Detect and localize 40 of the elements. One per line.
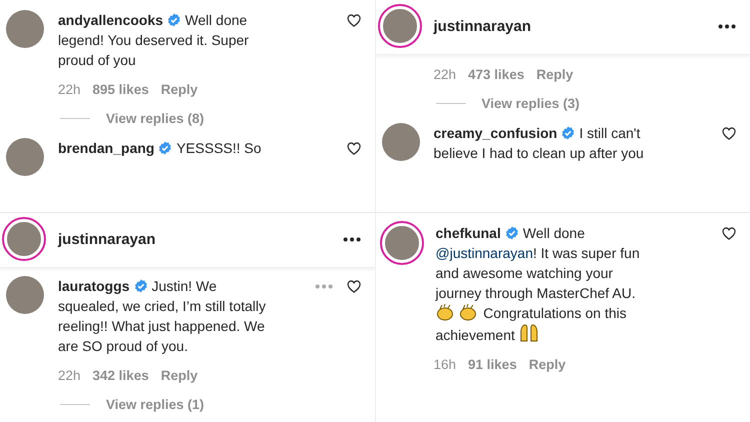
view-replies-button[interactable]: View replies (1): [106, 397, 204, 412]
comment-text: andyallencooks Well done legend! You deserved it. Super proud of you: [58, 11, 250, 70]
avatar[interactable]: [6, 276, 44, 314]
reply-button[interactable]: Reply: [160, 368, 198, 383]
more-options-icon[interactable]: [342, 236, 360, 242]
avatar[interactable]: [382, 123, 420, 161]
reply-button[interactable]: Reply: [536, 67, 574, 82]
like-count[interactable]: 473 likes: [468, 67, 524, 82]
comment-text: brendan_pang YESSSS!! So: [58, 139, 262, 158]
comment-time: 22h: [434, 67, 456, 82]
heart-icon[interactable]: [722, 227, 736, 240]
heart-icon[interactable]: [346, 14, 360, 27]
avatar[interactable]: [380, 6, 420, 46]
like-count[interactable]: 895 likes: [92, 82, 149, 97]
username[interactable]: justinnarayan: [58, 230, 328, 248]
avatar[interactable]: [6, 138, 44, 176]
comment-text: creamy_confusion I still can't believe I had to clean up after you: [434, 124, 645, 163]
reply-button[interactable]: Reply: [160, 82, 198, 97]
comment-text: chefkunal Well done @justinnarayan! It was super fun and awesome watching your journey through MasterChef AU. Congratulations on this achievement: [436, 224, 641, 345]
username[interactable]: justinnarayan: [434, 18, 704, 34]
view-replies-button[interactable]: View replies (3): [482, 96, 580, 111]
reply-button[interactable]: Reply: [528, 357, 566, 372]
mention-link[interactable]: @justinnarayan: [436, 245, 533, 261]
clapping-hands-icon: [459, 303, 478, 321]
comment-text: lauratoggs Justin! We squealed, we cried, I’m still totally reeling!! What just happened. We are SO proud of you.: [58, 277, 267, 356]
avatar[interactable]: [382, 223, 422, 263]
like-count[interactable]: 91 likes: [468, 357, 517, 372]
raised-hands-icon: [518, 323, 539, 343]
avatar[interactable]: [6, 10, 44, 48]
comment-time: 16h: [434, 357, 456, 372]
comment-time: 22h: [58, 82, 81, 97]
heart-icon[interactable]: [722, 127, 736, 140]
more-options-icon[interactable]: [718, 24, 736, 28]
clapping-hands-icon: [436, 303, 454, 321]
like-count[interactable]: 342 likes: [92, 368, 149, 383]
avatar[interactable]: [4, 219, 44, 259]
heart-icon[interactable]: [346, 280, 360, 293]
view-replies-button[interactable]: View replies (8): [106, 111, 204, 126]
heart-icon[interactable]: [346, 142, 360, 155]
comment-time: 22h: [58, 368, 81, 383]
